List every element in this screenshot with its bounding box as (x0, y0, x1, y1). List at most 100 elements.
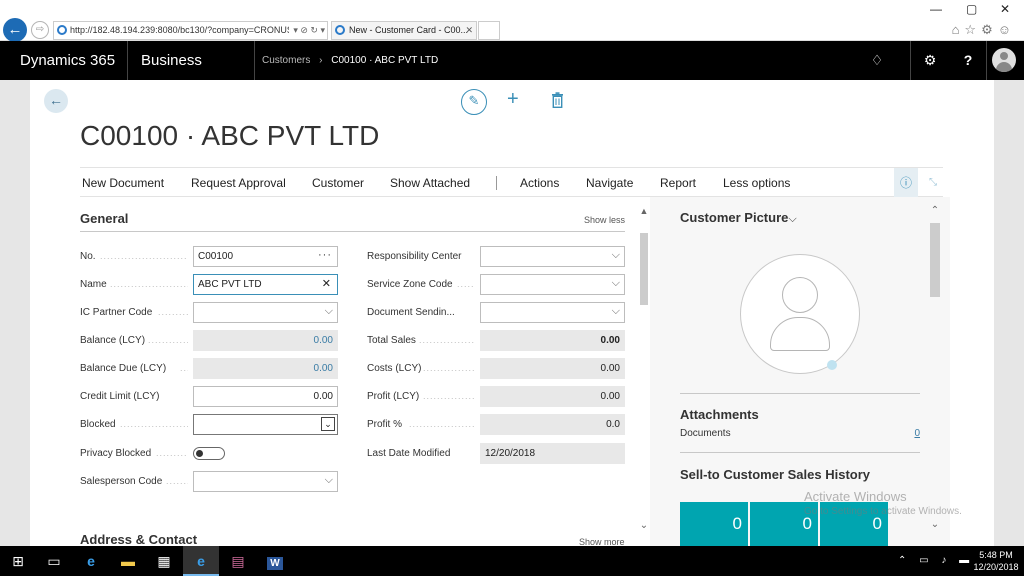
taskbar-clock[interactable]: 5:48 PM 12/20/2018 (968, 549, 1024, 573)
address-text: http://182.48.194.239:8080/bc130/?compan… (70, 25, 293, 35)
browser-tab[interactable]: New - Customer Card - C00... ✕ (331, 21, 477, 40)
browser-back-button[interactable]: ← (3, 18, 27, 42)
close-window-button[interactable]: ✕ (1000, 2, 1010, 16)
action-divider (496, 176, 497, 190)
scrollbar-thumb[interactable] (640, 233, 648, 305)
field-name: Name .............................. ABC … (80, 274, 338, 295)
action-new-document[interactable]: New Document (82, 168, 164, 198)
action-actions[interactable]: Actions (520, 168, 559, 198)
responsibility-center-select[interactable]: ⌵ (480, 246, 625, 267)
picture-indicator-dot (827, 360, 837, 370)
privacy-blocked-toggle[interactable] (193, 447, 225, 460)
store-icon[interactable]: ▦ (146, 546, 182, 576)
maximize-button[interactable]: ▢ (966, 2, 977, 16)
address-bar[interactable]: http://182.48.194.239:8080/bc130/?compan… (53, 21, 328, 40)
app-header: Dynamics 365 Business Central Customers … (0, 41, 1024, 108)
field-label: Profit % (367, 419, 403, 430)
system-tray-icons[interactable]: ⌃ ▭ ♪ ▬ (898, 546, 974, 576)
breadcrumb-customers[interactable]: Customers (262, 55, 310, 66)
sales-history-title[interactable]: Sell-to Customer Sales History (680, 467, 870, 482)
tab-close-icon[interactable]: ✕ (465, 22, 473, 39)
scroll-down-icon[interactable]: ⌄ (639, 520, 649, 531)
windows-taskbar: ⊞ ▭ e ▬ ▦ e ▤ W ⌃ ▭ ♪ ▬ 5:48 PM 12/20/20… (0, 546, 1024, 576)
address-tools-icons[interactable]: ▾ ⊘ ↻ ▾ (289, 22, 325, 39)
minimize-button[interactable]: — (930, 2, 942, 16)
factbox-scrollbar[interactable]: ⌃ ⌄ (928, 197, 942, 537)
breadcrumb: Customers › C00100 · ABC PVT LTD (262, 41, 438, 80)
field-last-date-modified: Last Date Modified 12/20/2018 (367, 443, 625, 464)
balance-due-value[interactable]: 0.00 (193, 358, 338, 379)
collapse-icon[interactable]: ⤡ (923, 168, 943, 198)
brand-title[interactable]: Dynamics 365 (0, 41, 128, 80)
action-report[interactable]: Report (660, 168, 696, 198)
user-avatar[interactable] (992, 48, 1016, 72)
field-label: Name (80, 279, 107, 290)
scrollbar-thumb[interactable] (930, 223, 940, 297)
action-less-options[interactable]: Less options (723, 168, 790, 198)
task-view-icon[interactable]: ▭ (36, 546, 72, 576)
credit-limit-input[interactable]: 0.00 (193, 386, 338, 407)
start-windows-icon[interactable]: ⊞ (0, 546, 36, 576)
action-customer[interactable]: Customer (312, 168, 364, 198)
show-less-link[interactable]: Show less (584, 215, 625, 225)
settings-gear-icon[interactable]: ⚙ (911, 41, 949, 80)
file-explorer-icon[interactable]: ▬ (110, 546, 146, 576)
sales-history-cue[interactable]: 0 (680, 502, 748, 546)
new-tab-button[interactable] (478, 21, 500, 40)
attachments-title[interactable]: Attachments (680, 407, 759, 422)
edit-pencil-icon[interactable]: ✎ (461, 89, 487, 115)
field-label: Last Date Modified (367, 448, 451, 459)
balance-value[interactable]: 0.00 (193, 330, 338, 351)
costs-value: 0.00 (480, 358, 625, 379)
scroll-up-icon[interactable]: ⌃ (928, 205, 942, 216)
general-section-header: General Show less (80, 210, 625, 232)
field-costs: Costs (LCY) ............................… (367, 358, 625, 379)
customer-picture-title[interactable]: Customer Picture⌵ (680, 210, 797, 226)
customer-picture-placeholder[interactable] (740, 254, 860, 374)
help-button[interactable]: ? (949, 41, 987, 80)
clear-icon[interactable]: ✕ (322, 275, 331, 294)
browser-forward-button[interactable]: ⇨ (31, 21, 49, 39)
info-icon[interactable]: ⓘ (894, 168, 918, 198)
service-zone-code-select[interactable]: ⌵ (480, 274, 625, 295)
product-title[interactable]: Business Central (128, 41, 255, 108)
general-title[interactable]: General (80, 211, 128, 226)
new-plus-icon[interactable]: + (507, 88, 519, 111)
chevron-down-icon: ⌄ (321, 417, 335, 431)
no-input[interactable]: C00100 ··· (193, 246, 338, 267)
breadcrumb-current: C00100 · ABC PVT LTD (331, 55, 439, 66)
field-label: Document Sendin... (367, 307, 455, 318)
scroll-up-icon[interactable]: ▲ (639, 206, 649, 216)
action-navigate[interactable]: Navigate (586, 168, 633, 198)
blocked-select[interactable]: ⌄ (193, 414, 338, 435)
field-document-sending: Document Sendin... ⌵ (367, 302, 625, 323)
content-scrollbar[interactable]: ▲ (639, 197, 649, 537)
word-icon[interactable]: W (257, 546, 293, 576)
field-label: Total Sales (367, 335, 416, 346)
internet-explorer-icon[interactable]: e (183, 546, 219, 576)
divider (680, 393, 920, 394)
back-arrow-icon[interactable]: ← (44, 89, 68, 113)
salesperson-code-select[interactable]: ⌵ (193, 471, 338, 492)
ic-partner-code-select[interactable]: ⌵ (193, 302, 338, 323)
edge-icon[interactable]: e (73, 546, 109, 576)
browser-toolbar-icons[interactable]: ⌂☆⚙☺ (952, 22, 1016, 38)
divider (680, 452, 920, 453)
action-show-attached[interactable]: Show Attached (390, 168, 470, 198)
name-input[interactable]: ABC PVT LTD ✕ (193, 274, 338, 295)
field-label: Salesperson Code (80, 476, 163, 487)
person-head-icon (782, 277, 818, 313)
document-sending-select[interactable]: ⌵ (480, 302, 625, 323)
customer-card: ← ✎ + C00100 · ABC PVT LTD New Document … (30, 80, 994, 547)
delete-trash-icon[interactable] (551, 92, 564, 108)
field-balance-due: Balance Due (LCY) ......................… (80, 358, 338, 379)
lightbulb-icon[interactable]: ♢ (858, 41, 896, 80)
lookup-ellipsis-icon[interactable]: ··· (318, 246, 332, 265)
field-blocked: Blocked .............................. ⌄ (80, 414, 338, 435)
app-icon[interactable]: ▤ (220, 546, 256, 576)
action-request-approval[interactable]: Request Approval (191, 168, 286, 198)
ie-icon (57, 25, 67, 35)
address-contact-title[interactable]: Address & Contact (80, 532, 197, 547)
scroll-down-icon[interactable]: ⌄ (928, 519, 942, 530)
documents-count-link[interactable]: 0 (914, 428, 920, 439)
